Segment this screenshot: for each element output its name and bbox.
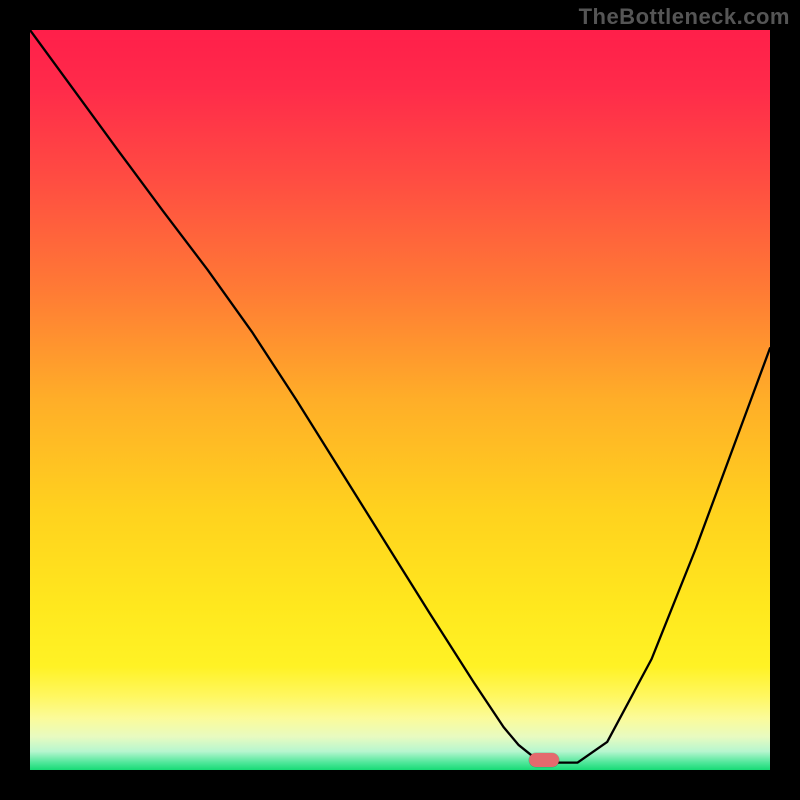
chart-frame: TheBottleneck.com [0,0,800,800]
optimal-marker [529,753,559,767]
watermark-text: TheBottleneck.com [579,4,790,30]
bottleneck-curve [30,30,770,770]
plot-area [30,30,770,770]
